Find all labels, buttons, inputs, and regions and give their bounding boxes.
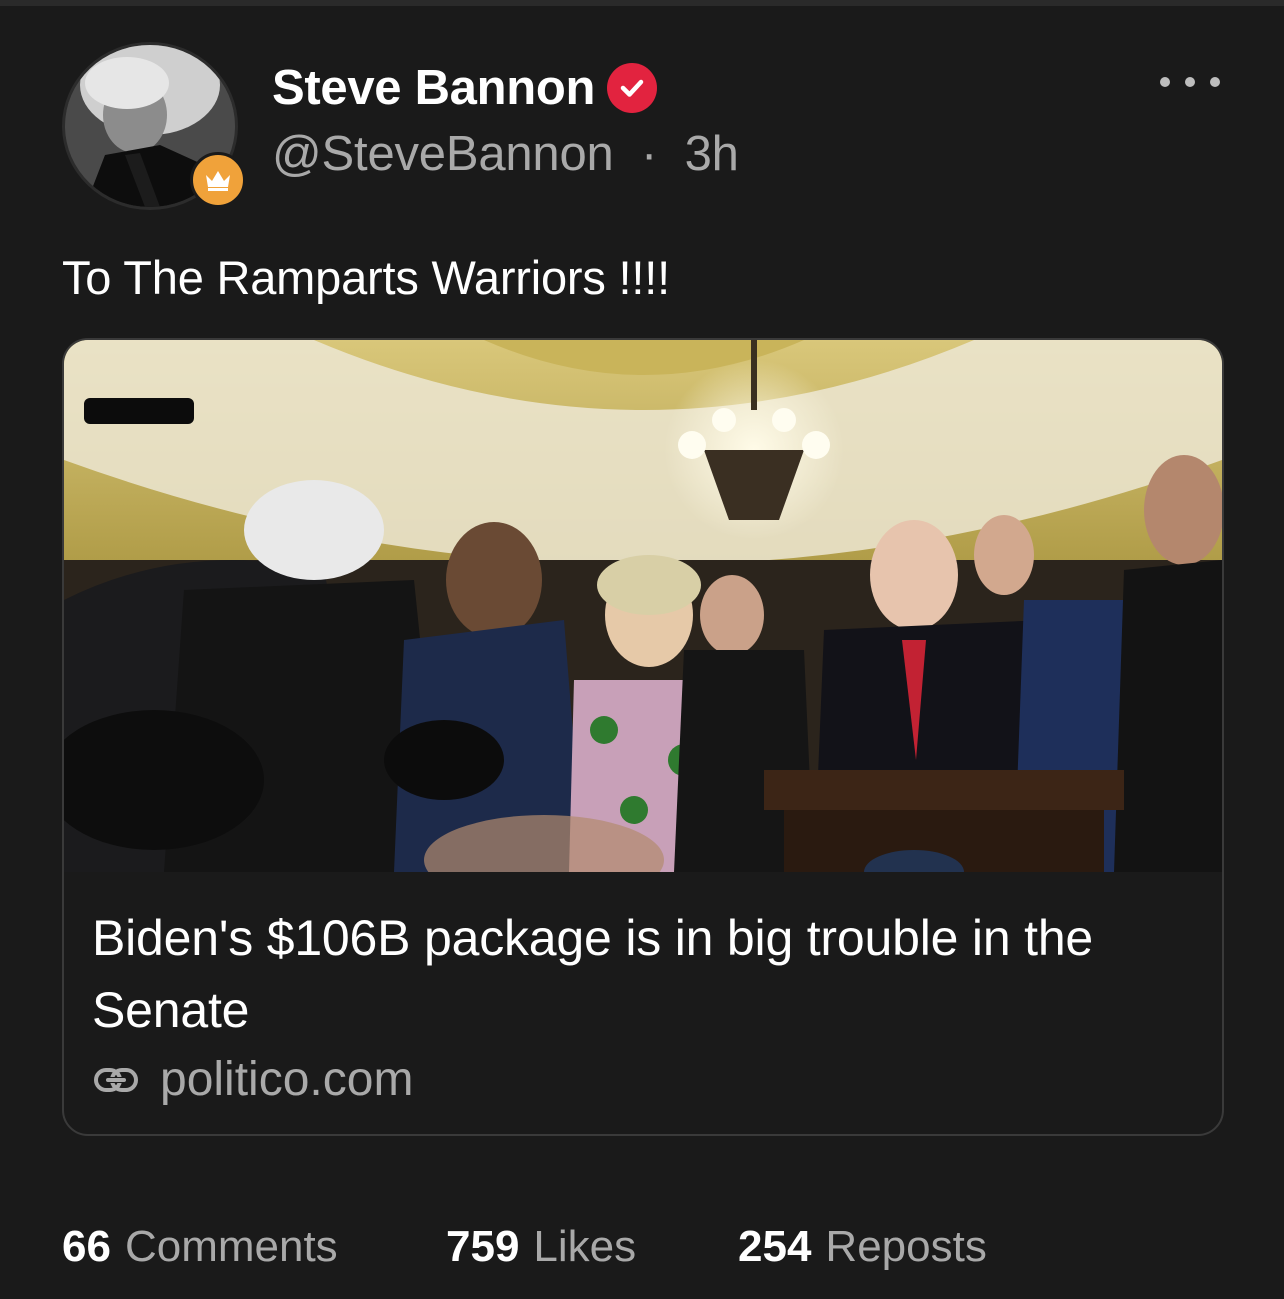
likes-label: Likes xyxy=(533,1222,637,1271)
author-name[interactable]: Steve Bannon xyxy=(272,60,595,116)
comments-label: Comments xyxy=(124,1222,338,1271)
meta-separator: · xyxy=(641,127,658,181)
author-handle[interactable]: @SteveBannon xyxy=(272,127,614,181)
engagement-stats: 66 Comments 759 Likes 254 Reposts xyxy=(0,1222,1284,1282)
more-options-icon[interactable] xyxy=(1160,62,1220,102)
link-icon xyxy=(94,1067,138,1092)
link-card-domain-row[interactable]: politico.com xyxy=(92,1052,413,1107)
top-divider xyxy=(0,0,1284,6)
author-name-row: Steve Bannon xyxy=(272,58,658,118)
comments-count: 66 xyxy=(62,1222,111,1271)
post-time: 3h xyxy=(684,127,739,181)
author-meta: @SteveBannon · 3h xyxy=(272,126,739,182)
likes-count: 759 xyxy=(446,1222,520,1271)
link-card-domain: politico.com xyxy=(160,1053,414,1106)
reposts-label: Reposts xyxy=(825,1222,987,1271)
likes-stat[interactable]: 759 Likes xyxy=(446,1222,636,1272)
link-card[interactable]: Biden's $106B package is in big trouble … xyxy=(62,338,1224,1136)
post-text: To The Ramparts Warriors !!!! xyxy=(62,251,670,304)
link-card-title[interactable]: Biden's $106B package is in big trouble … xyxy=(92,902,1192,1046)
link-card-image xyxy=(64,340,1222,872)
comments-stat[interactable]: 66 Comments xyxy=(62,1222,338,1272)
reposts-count: 254 xyxy=(738,1222,812,1271)
checkmark-badge-icon xyxy=(607,63,658,113)
crown-icon xyxy=(190,152,246,208)
reposts-stat[interactable]: 254 Reposts xyxy=(738,1222,987,1272)
